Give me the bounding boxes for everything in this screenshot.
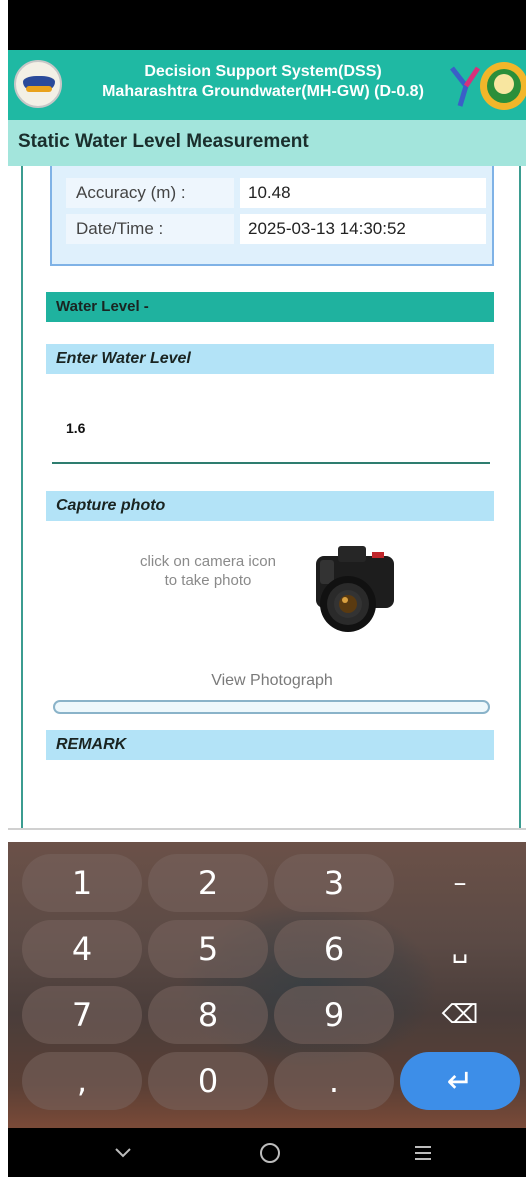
water-level-section-header: Water Level - (46, 292, 494, 322)
gps-info-panel: Accuracy (m) : 10.48 Date/Time : 2025-03… (50, 166, 494, 266)
gps-row-datetime: Date/Time : 2025-03-13 14:30:52 (66, 214, 486, 244)
numeric-keyboard: 1 2 3 – 4 5 6 ␣ 7 8 9 ⌫ , 0 . ↵ (8, 842, 526, 1128)
form-content[interactable]: Accuracy (m) : 10.48 Date/Time : 2025-03… (8, 166, 526, 842)
app-title: Decision Support System(DSS) Maharashtra… (68, 62, 458, 102)
key-comma[interactable]: , (22, 1052, 142, 1110)
key-3[interactable]: 3 (274, 854, 394, 912)
left-border (21, 166, 23, 828)
backspace-icon[interactable]: ⌫ (408, 986, 512, 1044)
camera-hint-text: click on camera icon to take photo (140, 553, 276, 589)
gps-label: Accuracy (m) : (66, 178, 234, 208)
status-bar (8, 0, 526, 50)
right-border (519, 166, 521, 828)
capture-photo-label: Capture photo (46, 491, 494, 521)
remark-label: REMARK (46, 730, 494, 760)
water-level-input[interactable]: 1.6 (66, 420, 85, 436)
view-photograph-link[interactable]: View Photograph (158, 672, 386, 690)
key-8[interactable]: 8 (148, 986, 268, 1044)
app-title-line1: Decision Support System(DSS) (144, 63, 382, 80)
page-title: Static Water Level Measurement (18, 131, 309, 152)
key-5[interactable]: 5 (148, 920, 268, 978)
system-nav-bar (8, 1128, 526, 1177)
key-1[interactable]: 1 (22, 854, 142, 912)
key-0[interactable]: 0 (148, 1052, 268, 1110)
water-level-input-underline (52, 462, 490, 464)
content-bottom-divider (8, 828, 526, 830)
key-7[interactable]: 7 (22, 986, 142, 1044)
key-6[interactable]: 6 (274, 920, 394, 978)
gps-value: 10.48 (240, 178, 486, 208)
gps-value: 2025-03-13 14:30:52 (240, 214, 486, 244)
camera-icon[interactable] (308, 536, 400, 636)
enter-key-icon[interactable]: ↵ (400, 1052, 520, 1110)
app-header: Decision Support System(DSS) Maharashtra… (8, 50, 526, 120)
page-header: Static Water Level Measurement (8, 120, 526, 166)
space-key-icon[interactable]: ␣ (408, 920, 512, 978)
key-dash[interactable]: – (408, 854, 512, 912)
menu-lines-icon[interactable] (408, 1138, 438, 1168)
gsda-logo (14, 60, 62, 108)
key-9[interactable]: 9 (274, 986, 394, 1044)
gps-row-accuracy: Accuracy (m) : 10.48 (66, 178, 486, 208)
key-2[interactable]: 2 (148, 854, 268, 912)
key-period[interactable]: . (274, 1052, 394, 1110)
photo-progress-bar (53, 700, 490, 714)
home-circle-icon[interactable] (255, 1138, 285, 1168)
partner-logos (450, 62, 526, 110)
app-title-line2: Maharashtra Groundwater(MH-GW) (D-0.8) (102, 83, 424, 100)
chevron-down-icon[interactable] (108, 1138, 138, 1168)
gps-label: Date/Time : (66, 214, 234, 244)
key-4[interactable]: 4 (22, 920, 142, 978)
enter-water-level-label: Enter Water Level (46, 344, 494, 374)
